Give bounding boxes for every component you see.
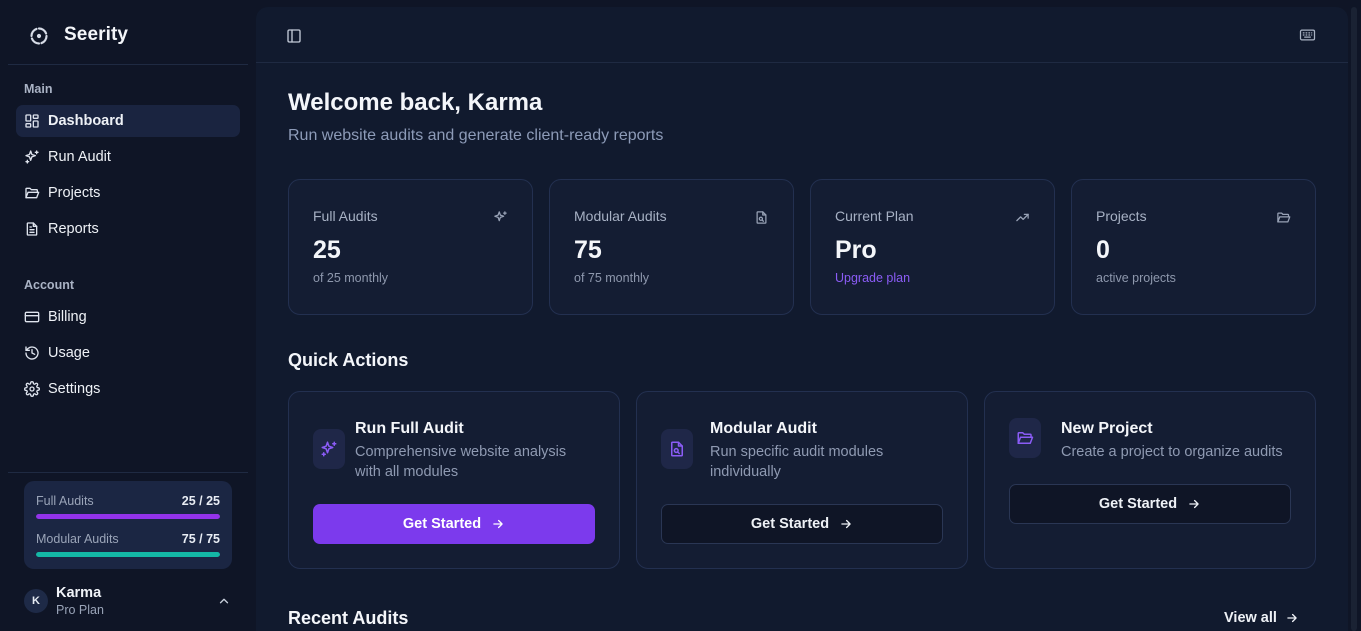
stat-card-full-audits: Full Audits 25 of 25 monthly — [288, 179, 533, 315]
keyboard-icon[interactable] — [1299, 28, 1316, 42]
action-description: Create a project to organize audits — [1061, 444, 1283, 460]
section-label-account: Account — [24, 278, 74, 292]
usage-progress-bar — [36, 552, 220, 557]
quick-action-new-project: New Project Create a project to organize… — [984, 391, 1316, 569]
button-label: Get Started — [402, 516, 482, 532]
usage-value: 75 / 75 — [181, 532, 220, 546]
scrollbar[interactable] — [1351, 7, 1357, 631]
usage-value: 25 / 25 — [181, 494, 220, 508]
sidebar-item-label: Projects — [48, 185, 101, 201]
trending-up-icon — [1015, 210, 1030, 225]
arrow-right-icon — [839, 517, 853, 531]
action-title: Modular Audit — [710, 420, 817, 437]
stat-card-modular-audits: Modular Audits 75 of 75 monthly — [549, 179, 794, 315]
view-all-link[interactable]: View all — [1224, 610, 1299, 626]
stat-value: Pro — [835, 236, 877, 264]
usage-label: Modular Audits — [36, 532, 119, 546]
quick-actions-title: Quick Actions — [288, 350, 409, 370]
sparkles-icon — [493, 210, 508, 225]
sidebar-item-label: Settings — [48, 381, 101, 397]
stat-label: Current Plan — [835, 208, 914, 224]
user-menu[interactable]: K Karma Pro Plan — [24, 585, 236, 621]
layout-dashboard-icon — [24, 113, 40, 129]
credit-card-icon — [24, 309, 40, 325]
avatar: K — [24, 589, 48, 613]
chevron-up-icon[interactable] — [217, 594, 231, 608]
brand[interactable]: Seerity — [8, 0, 248, 65]
sidebar-item-label: Billing — [48, 309, 87, 325]
panel-left-icon[interactable] — [286, 28, 302, 44]
sidebar-item-dashboard[interactable]: Dashboard — [16, 105, 240, 137]
run-full-audit-button[interactable]: Get Started — [313, 504, 595, 544]
usage-summary: Full Audits 25 / 25 Modular Audits 75 / … — [24, 481, 232, 569]
main-content: Welcome back, Karma Run website audits a… — [256, 7, 1348, 631]
recent-audits-title: Recent Audits — [288, 608, 409, 628]
stat-value: 75 — [574, 236, 602, 264]
app-name: Seerity — [64, 24, 129, 45]
quick-action-run-full-audit: Run Full Audit Comprehensive website ana… — [288, 391, 620, 569]
sidebar-item-projects[interactable]: Projects — [16, 177, 240, 209]
sidebar-item-billing[interactable]: Billing — [16, 301, 240, 333]
sidebar-item-usage[interactable]: Usage — [16, 337, 240, 369]
arrow-right-icon — [1285, 611, 1299, 625]
stat-card-current-plan: Current Plan Pro Upgrade plan — [810, 179, 1055, 315]
sidebar-divider — [8, 472, 248, 473]
sidebar-item-reports[interactable]: Reports — [16, 213, 240, 245]
stat-note: of 75 monthly — [574, 271, 650, 285]
usage-progress-fill — [36, 552, 220, 557]
user-name: Karma — [56, 585, 102, 601]
new-project-button[interactable]: Get Started — [1009, 484, 1291, 524]
stat-value: 25 — [313, 236, 341, 264]
gear-icon — [24, 381, 40, 397]
view-all-label: View all — [1224, 610, 1277, 626]
sidebar-item-run-audit[interactable]: Run Audit — [16, 141, 240, 173]
usage-progress-bar — [36, 514, 220, 519]
stat-label: Modular Audits — [574, 208, 667, 224]
stat-note: of 25 monthly — [313, 271, 389, 285]
sidebar-item-label: Reports — [48, 221, 99, 237]
folder-open-icon — [1276, 210, 1291, 225]
stat-card-projects: Projects 0 active projects — [1071, 179, 1316, 315]
sidebar-item-label: Run Audit — [48, 149, 111, 165]
stat-value: 0 — [1096, 236, 1110, 264]
sidebar: Seerity Main Dashboard Run Audit Project — [0, 0, 256, 631]
file-search-icon — [661, 429, 693, 469]
action-description: Comprehensive website analysis with all … — [355, 444, 567, 480]
folder-open-icon — [1009, 418, 1041, 458]
arrow-right-icon — [1187, 497, 1201, 511]
file-text-icon — [24, 221, 40, 237]
quick-action-modular-audit: Modular Audit Run specific audit modules… — [636, 391, 968, 569]
arrow-right-icon — [491, 517, 505, 531]
section-label-main: Main — [24, 82, 53, 96]
usage-label: Full Audits — [36, 494, 94, 508]
stat-label: Full Audits — [313, 208, 378, 224]
stat-note: active projects — [1096, 271, 1176, 285]
stat-label: Projects — [1096, 208, 1147, 224]
sparkles-icon — [313, 429, 345, 469]
action-title: Run Full Audit — [355, 420, 464, 437]
user-plan: Pro Plan — [56, 603, 104, 617]
action-description: Run specific audit modules individually — [710, 444, 884, 480]
history-icon — [24, 345, 40, 361]
sidebar-item-label: Usage — [48, 345, 90, 361]
folder-icon — [24, 185, 40, 201]
upgrade-plan-link[interactable]: Upgrade plan — [835, 271, 910, 285]
page-subtitle: Run website audits and generate client-r… — [288, 127, 664, 144]
usage-progress-fill — [36, 514, 220, 519]
seerity-logo-icon — [29, 26, 49, 46]
top-bar — [256, 7, 1348, 63]
action-title: New Project — [1061, 420, 1153, 437]
file-search-icon — [754, 210, 769, 225]
button-label: Get Started — [1098, 496, 1178, 512]
button-label: Get Started — [750, 516, 830, 532]
modular-audit-button[interactable]: Get Started — [661, 504, 943, 544]
sidebar-item-settings[interactable]: Settings — [16, 373, 240, 405]
sparkles-icon — [24, 149, 40, 165]
page-title: Welcome back, Karma — [288, 89, 543, 116]
sidebar-item-label: Dashboard — [48, 113, 124, 129]
